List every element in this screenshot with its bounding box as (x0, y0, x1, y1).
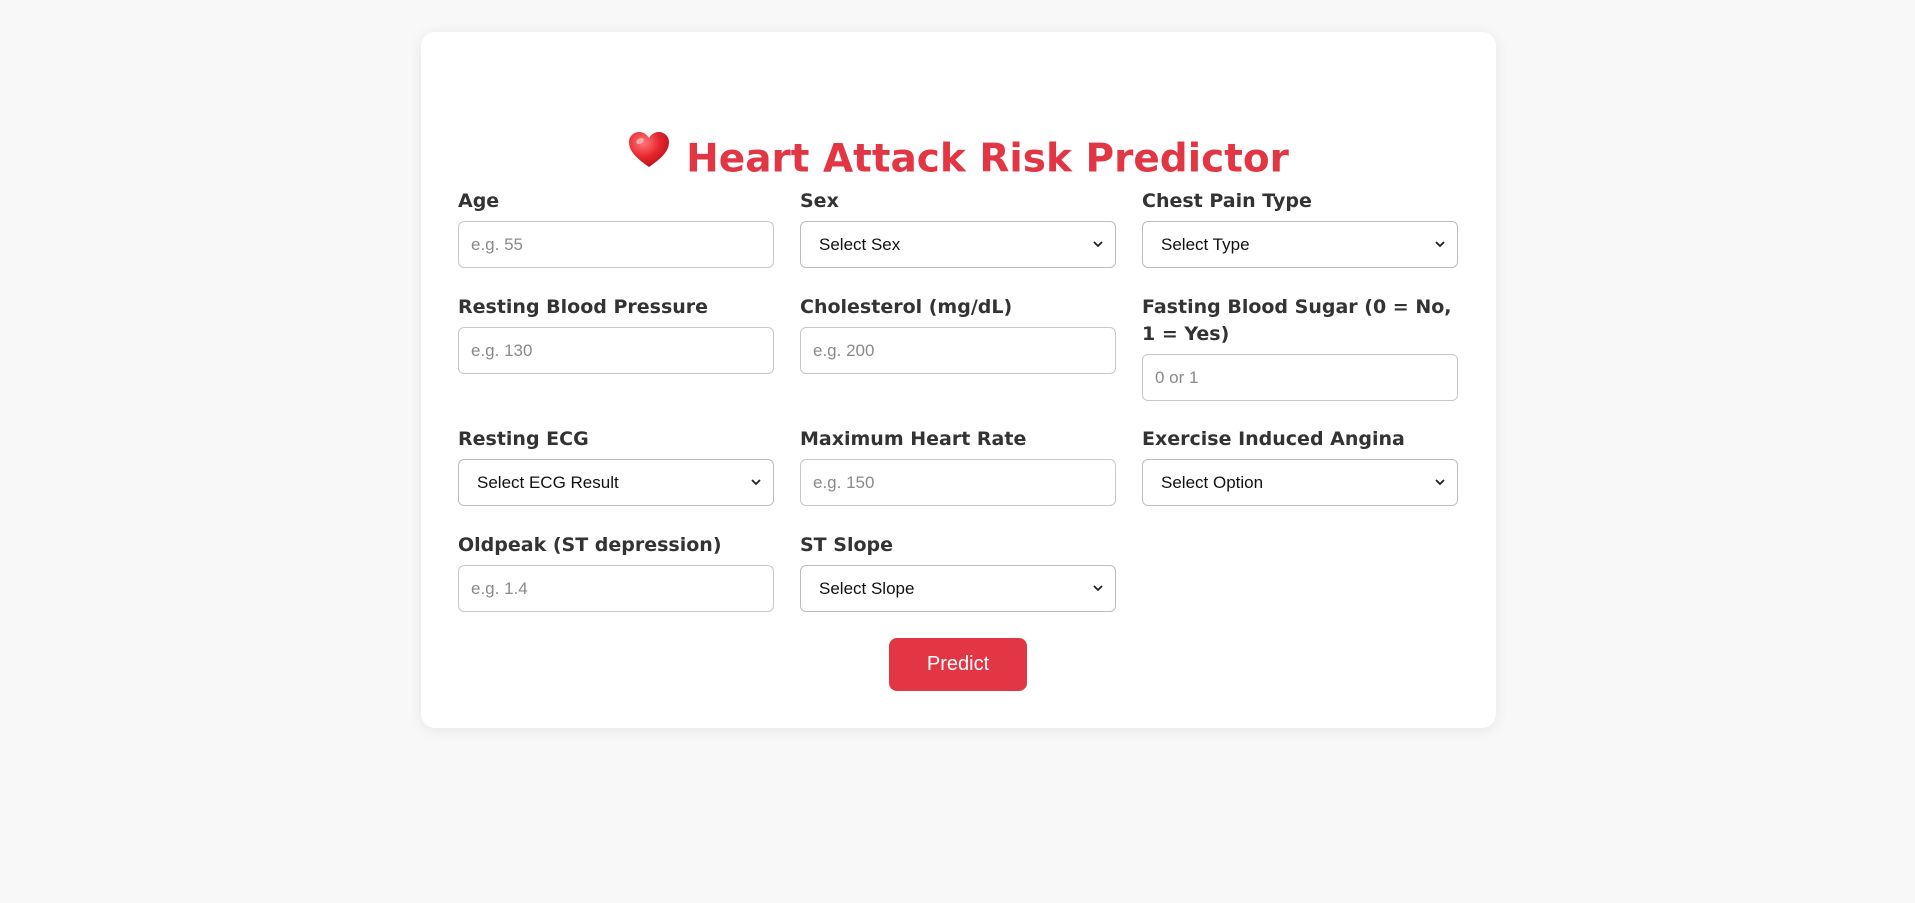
field-chest-pain: Chest Pain Type Select Type (1142, 188, 1458, 268)
chest-pain-select-value: Select Type (1161, 235, 1250, 254)
chevron-down-icon (1435, 479, 1445, 486)
oldpeak-input[interactable]: e.g. 1.4 (458, 565, 774, 612)
field-fasting-bs: Fasting Blood Sugar (0 = No, 1 = Yes) 0 … (1142, 294, 1458, 401)
field-max-hr: Maximum Heart Rate e.g. 150 (800, 426, 1116, 506)
resting-bp-label: Resting Blood Pressure (458, 296, 709, 318)
field-st-slope: ST Slope Select Slope (800, 532, 1116, 612)
field-exercise-angina: Exercise Induced Angina Select Option (1142, 426, 1458, 506)
chevron-down-icon (1435, 241, 1445, 248)
oldpeak-label: Oldpeak (ST depression) (458, 534, 722, 556)
predict-button[interactable]: Predict (889, 638, 1027, 691)
field-age: Age e.g. 55 (458, 188, 774, 268)
chevron-down-icon (1093, 585, 1103, 592)
field-sex: Sex Select Sex (800, 188, 1116, 268)
page-title: Heart Attack Risk Predictor (421, 128, 1496, 190)
st-slope-select[interactable]: Select Slope (800, 565, 1116, 612)
st-slope-label: ST Slope (800, 534, 893, 556)
sex-select-value: Select Sex (819, 235, 901, 254)
max-hr-input[interactable]: e.g. 150 (800, 459, 1116, 506)
resting-ecg-select[interactable]: Select ECG Result (458, 459, 774, 506)
age-label: Age (458, 190, 500, 212)
resting-ecg-label: Resting ECG (458, 428, 589, 450)
title-text: Heart Attack Risk Predictor (686, 136, 1289, 182)
field-resting-bp: Resting Blood Pressure e.g. 130 (458, 294, 774, 374)
age-input[interactable]: e.g. 55 (458, 221, 774, 268)
sex-label: Sex (800, 190, 839, 212)
chest-pain-label: Chest Pain Type (1142, 190, 1312, 212)
resting-ecg-select-value: Select ECG Result (477, 473, 619, 492)
field-cholesterol: Cholesterol (mg/dL) e.g. 200 (800, 294, 1116, 374)
chevron-down-icon (1093, 241, 1103, 248)
max-hr-label: Maximum Heart Rate (800, 428, 1027, 450)
exercise-angina-select[interactable]: Select Option (1142, 459, 1458, 506)
fasting-bs-label: Fasting Blood Sugar (0 = No, 1 = Yes) (1142, 296, 1452, 345)
st-slope-select-value: Select Slope (819, 579, 915, 598)
exercise-angina-select-value: Select Option (1161, 473, 1264, 492)
chevron-down-icon (751, 479, 761, 486)
field-oldpeak: Oldpeak (ST depression) e.g. 1.4 (458, 532, 774, 612)
cholesterol-label: Cholesterol (mg/dL) (800, 296, 1013, 318)
exercise-angina-label: Exercise Induced Angina (1142, 428, 1405, 450)
chest-pain-select[interactable]: Select Type (1142, 221, 1458, 268)
sex-select[interactable]: Select Sex (800, 221, 1116, 268)
fasting-bs-input[interactable]: 0 or 1 (1142, 354, 1458, 401)
resting-bp-input[interactable]: e.g. 130 (458, 327, 774, 374)
predictor-card: Heart Attack Risk Predictor Age e.g. 55 … (421, 32, 1496, 728)
cholesterol-input[interactable]: e.g. 200 (800, 327, 1116, 374)
field-resting-ecg: Resting ECG Select ECG Result (458, 426, 774, 506)
heart-icon (628, 127, 670, 187)
